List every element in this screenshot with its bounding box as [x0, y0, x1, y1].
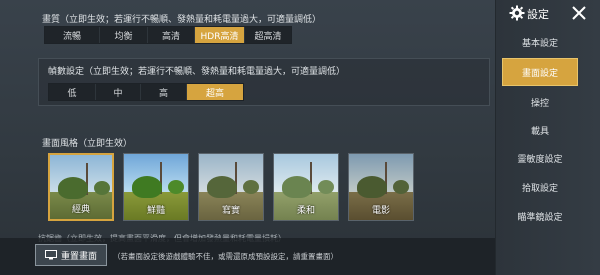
- sidebar-header: 設定: [496, 0, 600, 26]
- tree-image: [282, 176, 312, 198]
- quality-option-balanced[interactable]: 均衡: [100, 27, 148, 43]
- quality-label: 畫質（立即生效；若運行不暢順、發熱量和耗電量過大，可適量調低）: [42, 15, 322, 25]
- quality-selector: 流暢 均衡 高清 HDR高清 超高清: [44, 26, 292, 44]
- style-caption: 經典: [71, 205, 90, 215]
- reset-hint: （若畫面設定後遊戲體驗不佳，或需還原成預設設定，請重置畫面）: [113, 252, 338, 261]
- style-caption: 鮮豔: [146, 206, 165, 216]
- reset-screen-button[interactable]: 重置畫面: [35, 244, 107, 266]
- fps-option-medium[interactable]: 中: [96, 84, 141, 100]
- reset-screen-label: 重置畫面: [60, 251, 97, 262]
- sidebar-item-graphics[interactable]: 畫面設定: [502, 58, 578, 86]
- close-icon[interactable]: [570, 4, 588, 22]
- sidebar-item-sensitivity[interactable]: 靈敏度設定: [502, 144, 578, 172]
- style-thumbnails: 經典 鮮豔 寫實 柔和 電影: [48, 153, 414, 221]
- style-thumb-cinematic[interactable]: 電影: [348, 153, 414, 221]
- tree-image: [243, 180, 259, 194]
- gear-icon: [509, 5, 525, 21]
- tree-image: [393, 180, 409, 194]
- quality-option-hd[interactable]: 高清: [148, 27, 195, 43]
- style-thumb-classic[interactable]: 經典: [48, 153, 114, 221]
- fps-label: 幀數設定（立即生效；若運行不暢順、發熱量和耗電量過大，可適量調低）: [48, 67, 346, 77]
- settings-sidebar: 設定 基本設定 畫面設定 操控 載具 靈敏度設定 拾取設定 瞄準鏡設定: [495, 0, 600, 275]
- tree-image: [58, 177, 88, 199]
- sidebar-item-pickup[interactable]: 拾取設定: [502, 173, 578, 201]
- style-label: 畫面風格（立即生效）: [42, 139, 133, 149]
- sidebar-item-controls[interactable]: 操控: [502, 88, 578, 116]
- sidebar-item-vehicle[interactable]: 載具: [502, 116, 578, 144]
- tree-image: [357, 176, 387, 198]
- style-thumb-vivid[interactable]: 鮮豔: [123, 153, 189, 221]
- fps-selector: 低 中 高 超高: [48, 83, 244, 101]
- tree-image: [132, 176, 162, 198]
- sidebar-item-scope[interactable]: 瞄準鏡設定: [502, 202, 578, 230]
- style-caption: 寫實: [221, 206, 240, 216]
- fps-option-high[interactable]: 高: [141, 84, 187, 100]
- style-caption: 電影: [371, 206, 390, 216]
- tree-image: [207, 176, 237, 198]
- fps-option-low[interactable]: 低: [49, 84, 96, 100]
- style-thumb-realistic[interactable]: 寫實: [198, 153, 264, 221]
- settings-title: 設定: [527, 8, 549, 21]
- tree-image: [318, 180, 334, 194]
- quality-option-ultra-hd[interactable]: 超高清: [245, 27, 291, 43]
- quality-option-hdr[interactable]: HDR高清: [195, 27, 245, 43]
- fps-option-ultra[interactable]: 超高: [187, 84, 243, 100]
- style-caption: 柔和: [296, 206, 315, 216]
- screen-icon: [44, 250, 57, 260]
- quality-option-smooth[interactable]: 流暢: [45, 27, 100, 43]
- settings-content-panel: 畫質（立即生效；若運行不暢順、發熱量和耗電量過大，可適量調低） 流暢 均衡 高清…: [0, 0, 495, 275]
- style-thumb-soft[interactable]: 柔和: [273, 153, 339, 221]
- tree-image: [94, 181, 110, 195]
- tree-image: [168, 180, 184, 194]
- sidebar-item-basic[interactable]: 基本設定: [502, 28, 578, 56]
